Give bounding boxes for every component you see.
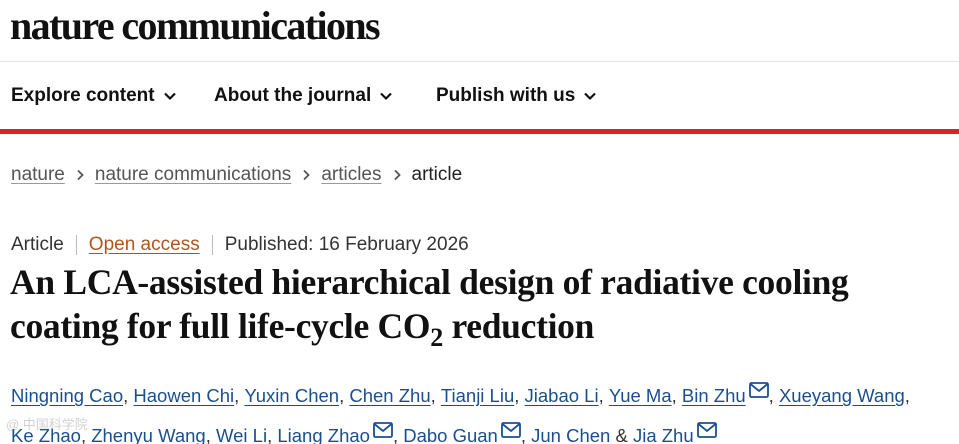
breadcrumb-current: article xyxy=(411,164,463,185)
envelope-icon[interactable] xyxy=(748,382,769,398)
author-separator: , xyxy=(520,425,532,444)
author-separator: , xyxy=(267,425,278,444)
author-entry: Jia Zhu xyxy=(633,422,717,444)
breadcrumb-link-articles[interactable]: articles xyxy=(321,164,381,186)
author-separator: , xyxy=(598,385,609,406)
author-entry: Haowen Chi, xyxy=(133,385,244,406)
author-link[interactable]: Tianji Liu xyxy=(441,385,514,406)
breadcrumb-link-nature[interactable]: nature xyxy=(11,164,65,186)
header-accent-rule xyxy=(0,129,959,134)
author-entry: Jun Chen & xyxy=(531,425,633,444)
author-separator: , xyxy=(123,385,134,406)
author-separator: , xyxy=(768,385,779,406)
author-link[interactable]: Jiabao Li xyxy=(525,385,599,406)
author-entry: Dabo Guan, xyxy=(403,422,532,444)
meta-divider xyxy=(211,235,213,255)
author-separator: , xyxy=(430,385,441,406)
author-link[interactable]: Bin Zhu xyxy=(682,385,746,406)
author-link[interactable]: Xueyang Wang xyxy=(779,385,905,406)
author-entry: Ke Zhao, xyxy=(11,425,91,444)
meta-divider xyxy=(75,235,77,255)
open-access-link[interactable]: Open access xyxy=(89,234,200,256)
author-separator: , xyxy=(392,425,404,444)
chevron-right-icon xyxy=(65,164,95,186)
author-separator: , xyxy=(339,385,350,406)
author-link[interactable]: Wei Li xyxy=(216,425,267,444)
author-link[interactable]: Haowen Chi xyxy=(133,385,234,406)
author-link[interactable]: Chen Zhu xyxy=(349,385,430,406)
author-separator: & xyxy=(610,425,633,444)
article-type: Article xyxy=(11,234,64,255)
nav-about-journal[interactable]: About the journal xyxy=(214,85,393,107)
chevron-right-icon xyxy=(382,164,412,186)
nav-publish-with-us[interactable]: Publish with us xyxy=(436,85,597,107)
author-entry: Liang Zhao, xyxy=(277,422,404,444)
envelope-icon[interactable] xyxy=(373,422,393,438)
author-separator: , xyxy=(80,425,92,444)
author-entry: Tianji Liu, xyxy=(441,385,525,406)
site-header: nature communications xyxy=(0,0,959,62)
author-entry: Chen Zhu, xyxy=(349,385,441,406)
author-entry: Zhenyu Wang, xyxy=(91,425,216,444)
published-date: Published: 16 February 2026 xyxy=(224,234,469,255)
author-separator: , xyxy=(671,385,682,406)
author-link[interactable]: Ke Zhao xyxy=(11,425,81,444)
author-entry: Xueyang Wang, xyxy=(779,385,910,406)
author-entry: Jiabao Li, xyxy=(525,385,609,406)
nav-label: Explore content xyxy=(11,85,155,106)
author-link[interactable]: Zhenyu Wang xyxy=(91,425,206,444)
author-separator: , xyxy=(234,385,245,406)
article-meta: Article Open access Published: 16 Februa… xyxy=(11,234,469,256)
title-subscript: 2 xyxy=(430,323,443,352)
main-nav: Explore content About the journal Publis… xyxy=(0,63,959,129)
nav-label: Publish with us xyxy=(436,85,576,106)
journal-logo[interactable]: nature communications xyxy=(10,2,381,49)
author-link[interactable]: Yuxin Chen xyxy=(244,385,339,406)
breadcrumb-link-nature-communications[interactable]: nature communications xyxy=(95,164,291,186)
envelope-icon[interactable] xyxy=(696,422,717,438)
author-link[interactable]: Jia Zhu xyxy=(633,425,694,444)
breadcrumb: nature nature communications articles ar… xyxy=(11,164,462,186)
author-link[interactable]: Jun Chen xyxy=(531,425,610,444)
author-separator: , xyxy=(514,385,525,406)
author-entry: Ningning Cao, xyxy=(11,385,133,406)
author-separator: , xyxy=(904,385,910,406)
author-link[interactable]: Ningning Cao xyxy=(11,385,123,406)
author-entry: Yuxin Chen, xyxy=(244,385,349,406)
author-entry: Wei Li, xyxy=(216,425,277,444)
article-title: An LCA-assisted hierarchical design of r… xyxy=(10,260,955,351)
chevron-down-icon xyxy=(163,89,177,103)
title-text-end: reduction xyxy=(442,306,595,346)
chevron-down-icon xyxy=(379,89,393,103)
author-list: Ningning Cao, Haowen Chi, Yuxin Chen, Ch… xyxy=(11,376,956,444)
author-entry: Bin Zhu, xyxy=(682,382,779,406)
nav-label: About the journal xyxy=(214,85,372,106)
author-entry: Yue Ma, xyxy=(609,385,682,406)
author-link[interactable]: Liang Zhao xyxy=(277,425,370,444)
nav-explore-content[interactable]: Explore content xyxy=(11,85,177,107)
envelope-icon[interactable] xyxy=(500,422,521,438)
author-link[interactable]: Dabo Guan xyxy=(403,425,498,444)
chevron-right-icon xyxy=(291,164,321,186)
author-separator: , xyxy=(205,425,216,444)
chevron-down-icon xyxy=(583,89,597,103)
author-link[interactable]: Yue Ma xyxy=(609,385,672,406)
